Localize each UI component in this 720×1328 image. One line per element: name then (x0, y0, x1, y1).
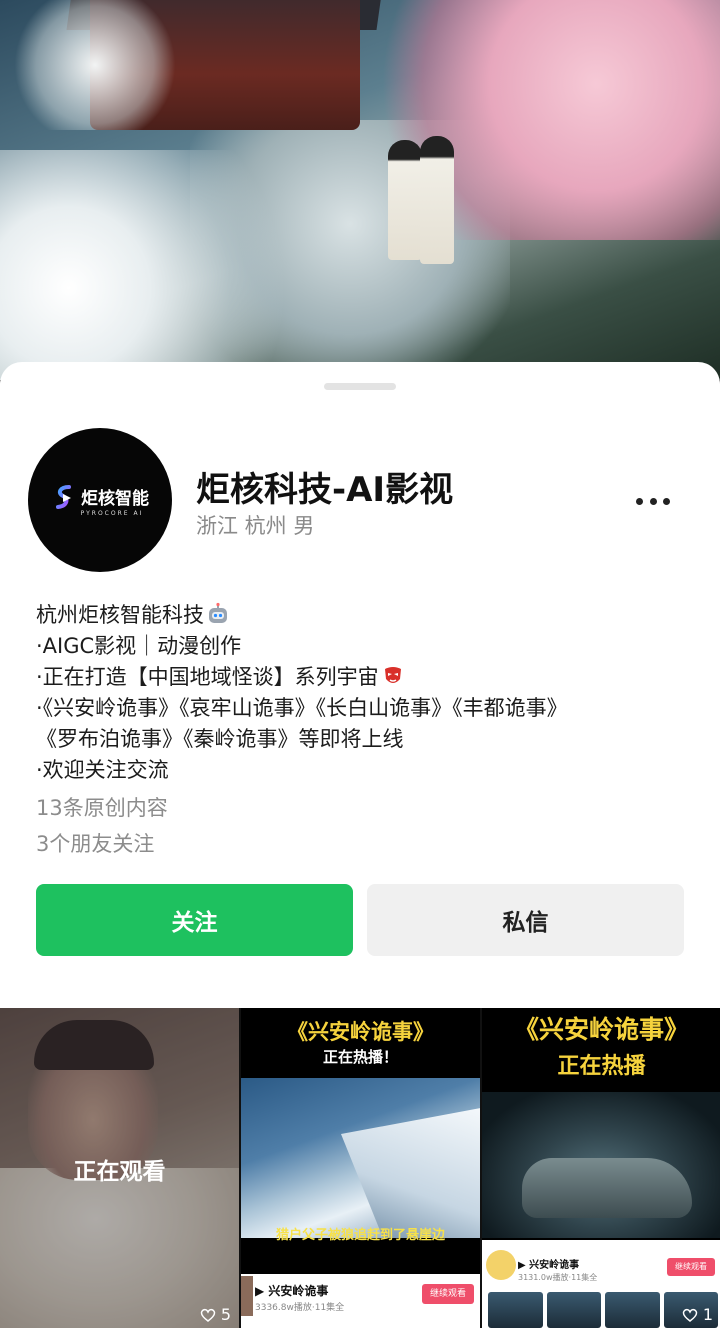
episode-thumb (546, 1292, 601, 1328)
video-grid: 正在观看 5 《兴安岭诡事》 正在热播！ 猎户父子被狼追赶到了悬崖边 ▶ 兴安岭… (0, 1008, 720, 1328)
series-card-avatar (486, 1250, 516, 1280)
now-watching-label: 正在观看 (73, 1159, 166, 1185)
series-card-title-text: 兴安岭诡事 (529, 1260, 580, 1271)
episode-thumb (605, 1292, 660, 1328)
continue-watching-button[interactable]: 继续观看 (667, 1258, 715, 1276)
series-card-thumb (241, 1276, 253, 1316)
more-options-button[interactable] (632, 486, 674, 516)
like-count-value: 2 (461, 1305, 472, 1324)
like-count: 2 (440, 1305, 472, 1324)
like-count: 5 (199, 1305, 231, 1324)
message-button[interactable]: 私信 (367, 884, 684, 956)
video-thumbnail[interactable]: 《兴安岭诡事》 正在热播！ 猎户父子被狼追赶到了悬崖边 ▶ 兴安岭诡事 3336… (241, 1008, 480, 1328)
series-card-meta: 3131.0w播放·11集全 (518, 1273, 598, 1282)
series-card-title: ▶ 兴安岭诡事 (518, 1260, 580, 1271)
continue-watching-button[interactable]: 继续观看 (422, 1284, 474, 1304)
original-content-count[interactable]: 13条原创内容 (36, 792, 168, 822)
bio-line-3: ·正在打造【中国地域怪谈】系列宇宙 (36, 662, 696, 693)
poster-title: 《兴安岭诡事》 (513, 1015, 689, 1044)
more-dot-icon (649, 497, 657, 505)
heart-icon (441, 1308, 457, 1322)
bio-line-5: 《罗布泊诡事》《秦岭诡事》等即将上线 (36, 727, 404, 751)
heart-icon (682, 1308, 698, 1322)
series-card-meta: 3336.8w播放·11集全 (255, 1303, 345, 1313)
profile-sheet: 炬核智能 PYROCORE AI 炬核科技-AI影视 浙江 杭州 男 杭州炬核智… (0, 362, 720, 1008)
cover-figure-left (388, 140, 422, 260)
brand-logo: 炬核智能 PYROCORE AI (51, 484, 149, 517)
episode-thumb (488, 1292, 543, 1328)
more-dot-icon (663, 497, 670, 505)
cover-white-blossoms-top (10, 0, 180, 130)
friends-following-count[interactable]: 3个朋友关注 (36, 828, 154, 858)
series-card-title-text: 兴安岭诡事 (268, 1284, 329, 1298)
poster-figure (522, 1158, 692, 1218)
profile-name: 炬核科技-AI影视 (196, 470, 454, 510)
avatar[interactable]: 炬核智能 PYROCORE AI (28, 428, 172, 572)
like-count-value: 5 (220, 1305, 231, 1324)
bio-line-3-text: ·正在打造【中国地域怪谈】系列宇宙 (36, 665, 379, 689)
sheet-drag-handle[interactable] (324, 383, 396, 390)
cover-white-blossoms (0, 150, 300, 380)
more-dot-icon (636, 497, 643, 505)
series-card-title: ▶ 兴安岭诡事 (255, 1284, 329, 1298)
poster-subtitle: 正在热播 (557, 1054, 646, 1079)
bio-line-4: ·《兴安岭诡事》《哀牢山诡事》《长白山诡事》《丰都诡事》 (36, 696, 568, 720)
poster-title: 《兴安岭诡事》 (287, 1020, 434, 1044)
like-count: 1 (681, 1305, 713, 1324)
bio-line-2: ·AIGC影视｜动漫创作 (36, 634, 242, 658)
logo-text-en: PYROCORE AI (80, 509, 144, 517)
pyrocore-logo-icon (56, 484, 71, 509)
profile-cover-image[interactable] (0, 0, 720, 380)
robot-emoji-icon (209, 602, 227, 623)
poster-caption: 猎户父子被狼追赶到了悬崖边 (275, 1228, 445, 1243)
bio-line-1-text: 杭州炬核智能科技 (36, 603, 204, 627)
mask-emoji-icon (384, 667, 401, 683)
video-thumbnail[interactable]: 正在观看 5 (0, 1008, 239, 1328)
like-count-value: 1 (702, 1305, 713, 1324)
follow-button[interactable]: 关注 (36, 884, 353, 956)
bio-line-6: ·欢迎关注交流 (36, 758, 169, 782)
poster-subtitle: 正在热播！ (322, 1048, 398, 1066)
video-thumbnail[interactable]: 《兴安岭诡事》 正在热播 ▶ 兴安岭诡事 3131.0w播放·11集全 继续观看… (482, 1008, 720, 1328)
cover-figure-right (420, 136, 454, 264)
bio-line-1: 杭州炬核智能科技 (36, 600, 696, 631)
logo-text-cn: 炬核智能 (81, 489, 149, 509)
heart-icon (200, 1308, 216, 1322)
profile-bio: 杭州炬核智能科技 ·AIGC影视｜动漫创作 ·正在打造【中国地域怪谈】系列宇宙 … (36, 600, 696, 786)
profile-location: 浙江 杭州 男 (196, 514, 315, 538)
